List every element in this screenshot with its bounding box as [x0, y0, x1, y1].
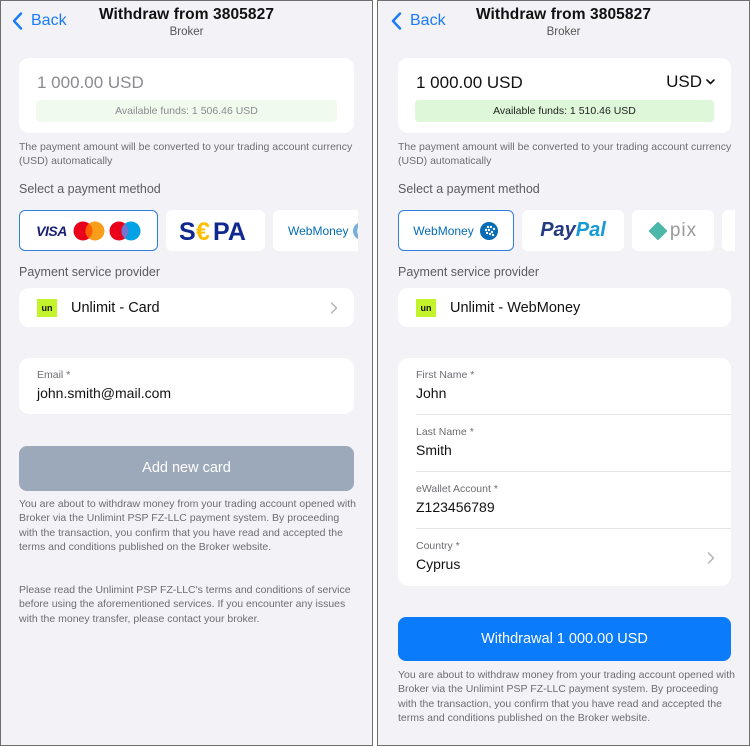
field-label: eWallet Account *	[416, 483, 498, 495]
withdraw-webmoney-screen: Back Withdraw from 3805827 Broker 1 000.…	[377, 0, 750, 746]
pix-label: pix	[669, 219, 698, 241]
pix-diamond-icon	[648, 221, 667, 240]
disclaimer-text-2: Please read the Unlimint PSP FZ-LLC's te…	[19, 584, 351, 625]
conversion-note: The payment amount will be converted to …	[19, 141, 353, 167]
chevron-right-icon	[707, 551, 715, 564]
field-label: Country *	[416, 540, 460, 552]
provider-name: Unlimit - WebMoney	[450, 299, 581, 316]
webmoney-label: WebMoney	[413, 223, 474, 238]
country-value[interactable]: Cyprus	[416, 556, 713, 572]
paypal-logo-pay: Pay	[540, 219, 576, 241]
payment-method-card[interactable]: VISA	[19, 210, 158, 251]
payment-method-more[interactable]	[722, 210, 735, 251]
field-label: First Name *	[416, 369, 475, 381]
sepa-logo: S € PA	[179, 219, 246, 243]
withdrawal-button[interactable]: Withdrawal 1 000.00 USD	[398, 617, 731, 661]
page-title: Withdraw from 3805827	[475, 6, 652, 23]
country-field[interactable]: Country * Cyprus	[398, 529, 731, 586]
chevron-right-icon	[330, 301, 338, 314]
webmoney-globe-icon	[479, 221, 498, 240]
payment-methods-list[interactable]: WebMoney PayPal pix	[398, 210, 735, 251]
first-name-field[interactable]: First Name * John	[398, 358, 731, 415]
available-funds: Available funds: 1 506.46 USD	[36, 100, 337, 122]
disclaimer-text: You are about to withdraw money from you…	[19, 498, 356, 553]
provider-name: Unlimit - Card	[71, 299, 160, 316]
recipient-form: First Name * John Last Name * Smith eWal…	[398, 358, 731, 586]
webmoney-label: WebMoney	[288, 223, 349, 238]
svg-text:PA: PA	[213, 219, 246, 243]
first-name-value[interactable]: John	[416, 385, 713, 401]
payment-methods-list[interactable]: VISA S € PA WebMoney	[19, 210, 358, 251]
currency-value: USD	[666, 72, 702, 91]
payment-method-label: Select a payment method	[398, 182, 540, 196]
payment-method-paypal[interactable]: PayPal	[522, 210, 624, 251]
amount-card: 1 000.00 USD Available funds: 1 506.46 U…	[19, 58, 354, 133]
mastercard-icon	[73, 221, 105, 240]
payment-method-label: Select a payment method	[19, 182, 161, 196]
field-label: Last Name *	[416, 426, 474, 438]
payment-method-pix[interactable]: pix	[632, 210, 714, 251]
ewallet-account-field[interactable]: eWallet Account * Z123456789	[398, 472, 731, 529]
page-subtitle: Broker	[546, 26, 581, 38]
provider-label: Payment service provider	[398, 265, 540, 279]
chevron-down-icon	[706, 79, 715, 85]
payment-method-webmoney[interactable]: WebMoney	[273, 210, 358, 251]
last-name-value[interactable]: Smith	[416, 442, 713, 458]
last-name-field[interactable]: Last Name * Smith	[398, 415, 731, 472]
provider-label: Payment service provider	[19, 265, 161, 279]
conversion-note: The payment amount will be converted to …	[398, 141, 732, 167]
unlimit-logo: un	[37, 298, 57, 317]
svg-text:S: S	[179, 219, 196, 243]
available-funds: Available funds: 1 510.46 USD	[415, 100, 714, 122]
amount-card: 1 000.00 USD USD Available funds: 1 510.…	[398, 58, 731, 133]
nav-bar: Back Withdraw from 3805827 Broker	[378, 1, 749, 45]
paypal-logo-pal: Pal	[575, 219, 606, 241]
globe-icon	[353, 222, 358, 239]
email-label: Email *	[37, 369, 71, 381]
email-value[interactable]: john.smith@mail.com	[37, 385, 336, 401]
page-subtitle: Broker	[169, 26, 204, 38]
maestro-icon	[109, 221, 141, 240]
amount-input[interactable]: 1 000.00 USD	[416, 73, 523, 93]
withdraw-screen-card: Back Withdraw from 3805827 Broker 1 000.…	[0, 0, 373, 746]
disclaimer-text: You are about to withdraw money from you…	[398, 669, 735, 724]
payment-method-sepa[interactable]: S € PA	[166, 210, 265, 251]
email-field[interactable]: Email * john.smith@mail.com	[19, 358, 354, 414]
nav-bar: Back Withdraw from 3805827 Broker	[1, 1, 372, 45]
currency-select[interactable]: USD	[666, 72, 715, 92]
amount-input[interactable]: 1 000.00 USD	[37, 73, 144, 93]
add-new-card-button[interactable]: Add new card	[19, 446, 354, 491]
unlimit-logo: un	[416, 298, 436, 317]
visa-logo: VISA	[36, 222, 67, 239]
provider-row[interactable]: un Unlimit - WebMoney	[398, 288, 731, 327]
payment-method-webmoney[interactable]: WebMoney	[398, 210, 514, 251]
page-title: Withdraw from 3805827	[98, 6, 275, 23]
paypal-logo: PayPal	[540, 219, 606, 242]
svg-text:€: €	[196, 219, 210, 243]
ewallet-account-value[interactable]: Z123456789	[416, 499, 713, 515]
provider-row[interactable]: un Unlimit - Card	[19, 288, 354, 327]
